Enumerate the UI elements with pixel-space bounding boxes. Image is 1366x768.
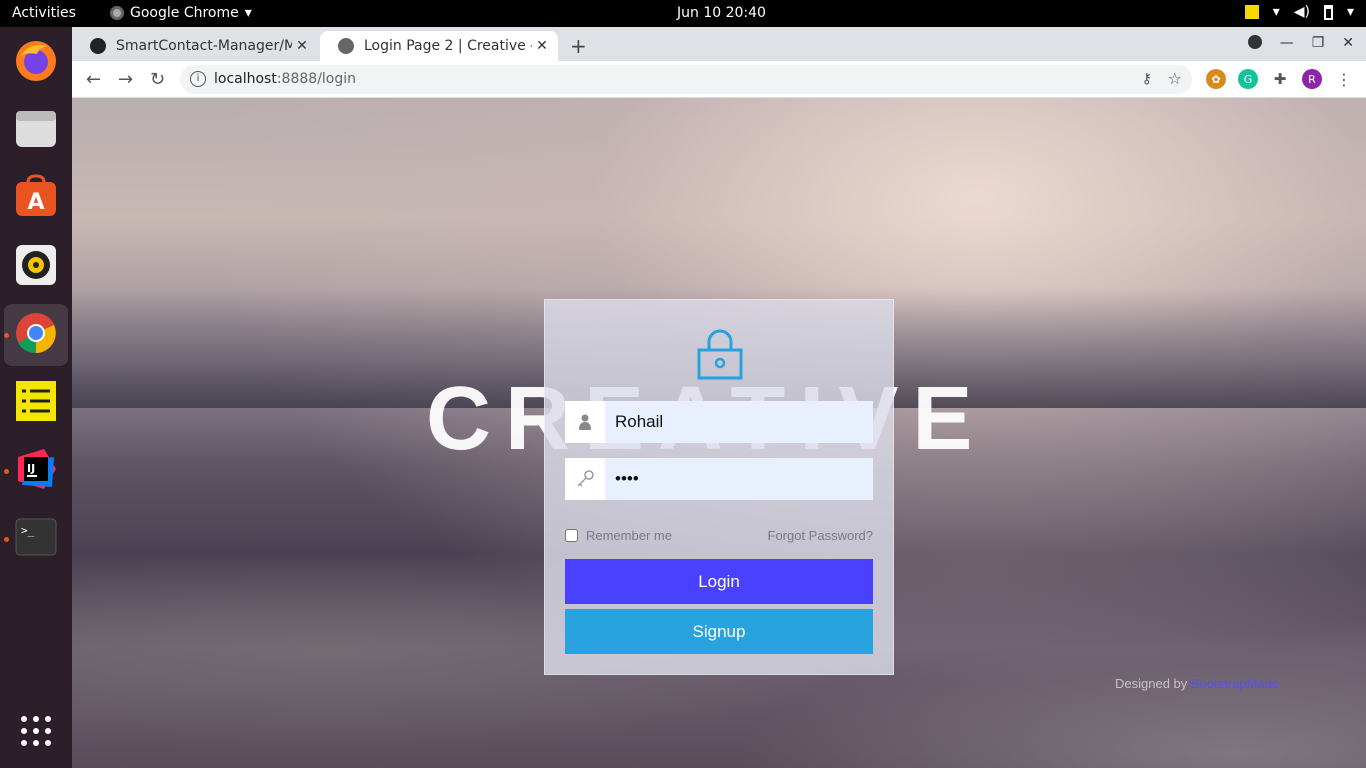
- user-icon: [565, 401, 605, 443]
- top-bar: Activities Google Chrome ▾ Jun 10 20:40 …: [0, 0, 1366, 27]
- address-bar[interactable]: i localhost:8888/login ⚷ ☆: [180, 65, 1192, 94]
- credits: Designed by BootstrapMade: [1115, 676, 1279, 691]
- login-card: Remember me Forgot Password? Login Signu…: [544, 299, 894, 675]
- chrome-icon[interactable]: [12, 309, 60, 357]
- window-controls: — ❐ ✕: [1247, 35, 1354, 51]
- notes-tray-icon[interactable]: [1244, 5, 1259, 19]
- profile-avatar[interactable]: R: [1302, 69, 1322, 89]
- web-page: CREATIVE Remember me: [72, 98, 1366, 768]
- intellij-icon[interactable]: IJ: [12, 445, 60, 493]
- extension-icon[interactable]: ✿: [1206, 69, 1226, 89]
- rhythmbox-icon[interactable]: [12, 241, 60, 289]
- svg-text:A: A: [27, 190, 44, 215]
- lock-icon: [697, 329, 743, 380]
- maximize-icon[interactable]: ❐: [1312, 35, 1325, 51]
- username-input[interactable]: [605, 401, 873, 443]
- running-indicator: [4, 537, 9, 542]
- terminal-icon[interactable]: >_: [12, 513, 60, 561]
- firefox-icon[interactable]: [12, 37, 60, 85]
- bootstrapmade-link[interactable]: BootstrapMade: [1191, 676, 1279, 691]
- key-icon[interactable]: ⚷: [1142, 71, 1152, 87]
- url-text[interactable]: localhost:8888/login: [214, 71, 356, 87]
- reload-icon[interactable]: ↻: [150, 69, 165, 90]
- password-input[interactable]: [605, 458, 873, 500]
- chevron-down-icon: ▾: [244, 5, 252, 21]
- url-path: :8888/login: [276, 71, 357, 87]
- svg-text:>_: >_: [21, 524, 35, 537]
- menu-kebab-icon[interactable]: ⋮: [1334, 69, 1354, 89]
- back-icon[interactable]: ←: [86, 69, 101, 90]
- github-icon: [90, 38, 106, 54]
- clock[interactable]: Jun 10 20:40: [677, 5, 766, 21]
- tab-search-icon[interactable]: [1247, 35, 1262, 49]
- chevron-down-icon[interactable]: ▾: [1347, 4, 1354, 20]
- forgot-password-link[interactable]: Forgot Password?: [768, 528, 874, 543]
- chrome-small-icon: [110, 6, 124, 20]
- minimize-icon[interactable]: —: [1280, 35, 1294, 51]
- tab-github[interactable]: SmartContact-Manager/M ✕: [72, 31, 318, 61]
- battery-icon[interactable]: [1323, 4, 1333, 20]
- notes-icon[interactable]: [12, 377, 60, 425]
- app-menu[interactable]: Google Chrome ▾: [110, 5, 252, 21]
- forward-icon[interactable]: →: [118, 69, 133, 90]
- running-indicator: [4, 469, 9, 474]
- tab-login-page[interactable]: Login Page 2 | Creative - B ✕: [320, 31, 558, 61]
- remember-me-label: Remember me: [586, 528, 672, 543]
- new-tab-icon[interactable]: +: [570, 34, 587, 58]
- dock: A IJ >_: [0, 27, 72, 768]
- chrome-window: SmartContact-Manager/M ✕ Login Page 2 | …: [72, 27, 1366, 768]
- tab-title: SmartContact-Manager/M: [116, 38, 292, 54]
- close-icon[interactable]: ✕: [532, 38, 552, 54]
- site-info-icon[interactable]: i: [190, 71, 206, 87]
- grammarly-icon[interactable]: G: [1238, 69, 1258, 89]
- files-icon[interactable]: [12, 105, 60, 153]
- tab-title: Login Page 2 | Creative - B: [364, 38, 532, 54]
- activities-button[interactable]: Activities: [12, 5, 76, 21]
- svg-text:IJ: IJ: [27, 462, 35, 475]
- login-button[interactable]: Login: [565, 559, 873, 604]
- show-apps-icon[interactable]: [12, 707, 60, 755]
- signup-button[interactable]: Signup: [565, 609, 873, 654]
- credits-prefix: Designed by: [1115, 676, 1188, 691]
- bookmark-star-icon[interactable]: ☆: [1168, 69, 1182, 88]
- volume-icon[interactable]: ◀): [1294, 4, 1310, 20]
- globe-icon: [338, 38, 354, 54]
- close-window-icon[interactable]: ✕: [1342, 35, 1354, 51]
- remember-me[interactable]: Remember me: [565, 528, 672, 543]
- app-menu-label: Google Chrome: [130, 5, 239, 21]
- remember-me-checkbox[interactable]: [565, 529, 578, 542]
- close-icon[interactable]: ✕: [292, 38, 312, 54]
- key-icon: [565, 458, 605, 500]
- url-host: localhost: [214, 71, 277, 87]
- wifi-icon[interactable]: ▾: [1273, 4, 1280, 20]
- extensions-puzzle-icon[interactable]: ✚: [1270, 69, 1290, 89]
- running-indicator: [4, 333, 9, 338]
- software-center-icon[interactable]: A: [12, 173, 60, 221]
- username-field: [565, 401, 873, 443]
- system-tray[interactable]: ▾ ◀) ▾: [1244, 4, 1354, 20]
- password-field: [565, 458, 873, 500]
- tab-strip: SmartContact-Manager/M ✕ Login Page 2 | …: [72, 27, 1366, 61]
- browser-toolbar: ← → ↻ i localhost:8888/login ⚷ ☆ ✿ G ✚ R…: [72, 61, 1366, 98]
